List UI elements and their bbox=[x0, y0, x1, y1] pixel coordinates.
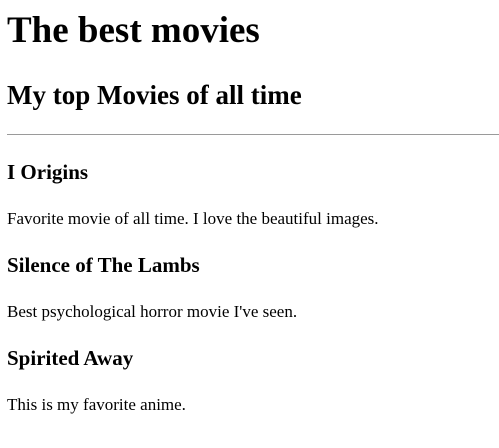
movie-title: Silence of The Lambs bbox=[7, 253, 200, 277]
divider bbox=[7, 134, 499, 135]
movie-description: This is my favorite anime. bbox=[7, 395, 186, 414]
movie-title: Spirited Away bbox=[7, 346, 134, 370]
page-title: The best movies bbox=[7, 10, 260, 51]
movie-description: Favorite movie of all time. I love the b… bbox=[7, 209, 379, 228]
movie-description: Best psychological horror movie I've see… bbox=[7, 302, 298, 321]
page-subtitle: My top Movies of all time bbox=[7, 80, 302, 110]
movie-title: I Origins bbox=[7, 160, 89, 184]
